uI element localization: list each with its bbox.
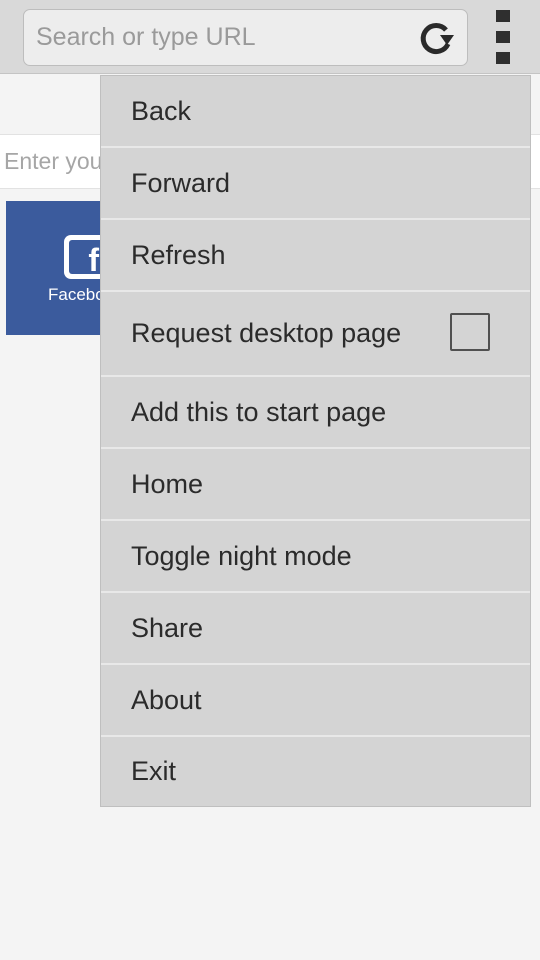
menu-item-label: Forward <box>131 167 231 198</box>
browser-toolbar <box>0 0 540 74</box>
menu-item-label: Request desktop page <box>131 318 402 348</box>
menu-item-label: Refresh <box>131 239 226 270</box>
page-search-placeholder: Enter you <box>4 148 103 174</box>
url-bar[interactable] <box>23 9 468 66</box>
tile-label: Facebo <box>48 285 105 304</box>
overflow-menu-icon[interactable] <box>490 10 516 64</box>
menu-item-back[interactable]: Back <box>101 76 530 148</box>
menu-item-label: Add this to start page <box>131 396 387 427</box>
overflow-menu: Back Forward Refresh Request desktop pag… <box>100 75 531 807</box>
menu-item-label: Toggle night mode <box>131 540 352 571</box>
menu-item-label: About <box>131 684 202 715</box>
menu-item-label: Back <box>131 95 192 126</box>
menu-item-exit[interactable]: Exit <box>101 737 530 806</box>
menu-item-add-to-start-page[interactable]: Add this to start page <box>101 377 530 449</box>
menu-item-share[interactable]: Share <box>101 593 530 665</box>
menu-item-request-desktop-page[interactable]: Request desktop page <box>101 292 530 377</box>
menu-item-label: Home <box>131 468 204 499</box>
url-input[interactable] <box>36 10 406 65</box>
facebook-icon-glyph: f <box>69 240 103 274</box>
request-desktop-checkbox[interactable] <box>450 313 490 351</box>
reload-icon[interactable] <box>416 18 456 58</box>
menu-item-about[interactable]: About <box>101 665 530 737</box>
menu-item-refresh[interactable]: Refresh <box>101 220 530 292</box>
menu-item-label: Exit <box>131 756 177 786</box>
menu-item-home[interactable]: Home <box>101 449 530 521</box>
menu-item-toggle-night-mode[interactable]: Toggle night mode <box>101 521 530 593</box>
menu-item-forward[interactable]: Forward <box>101 148 530 220</box>
menu-item-label: Share <box>131 612 204 643</box>
